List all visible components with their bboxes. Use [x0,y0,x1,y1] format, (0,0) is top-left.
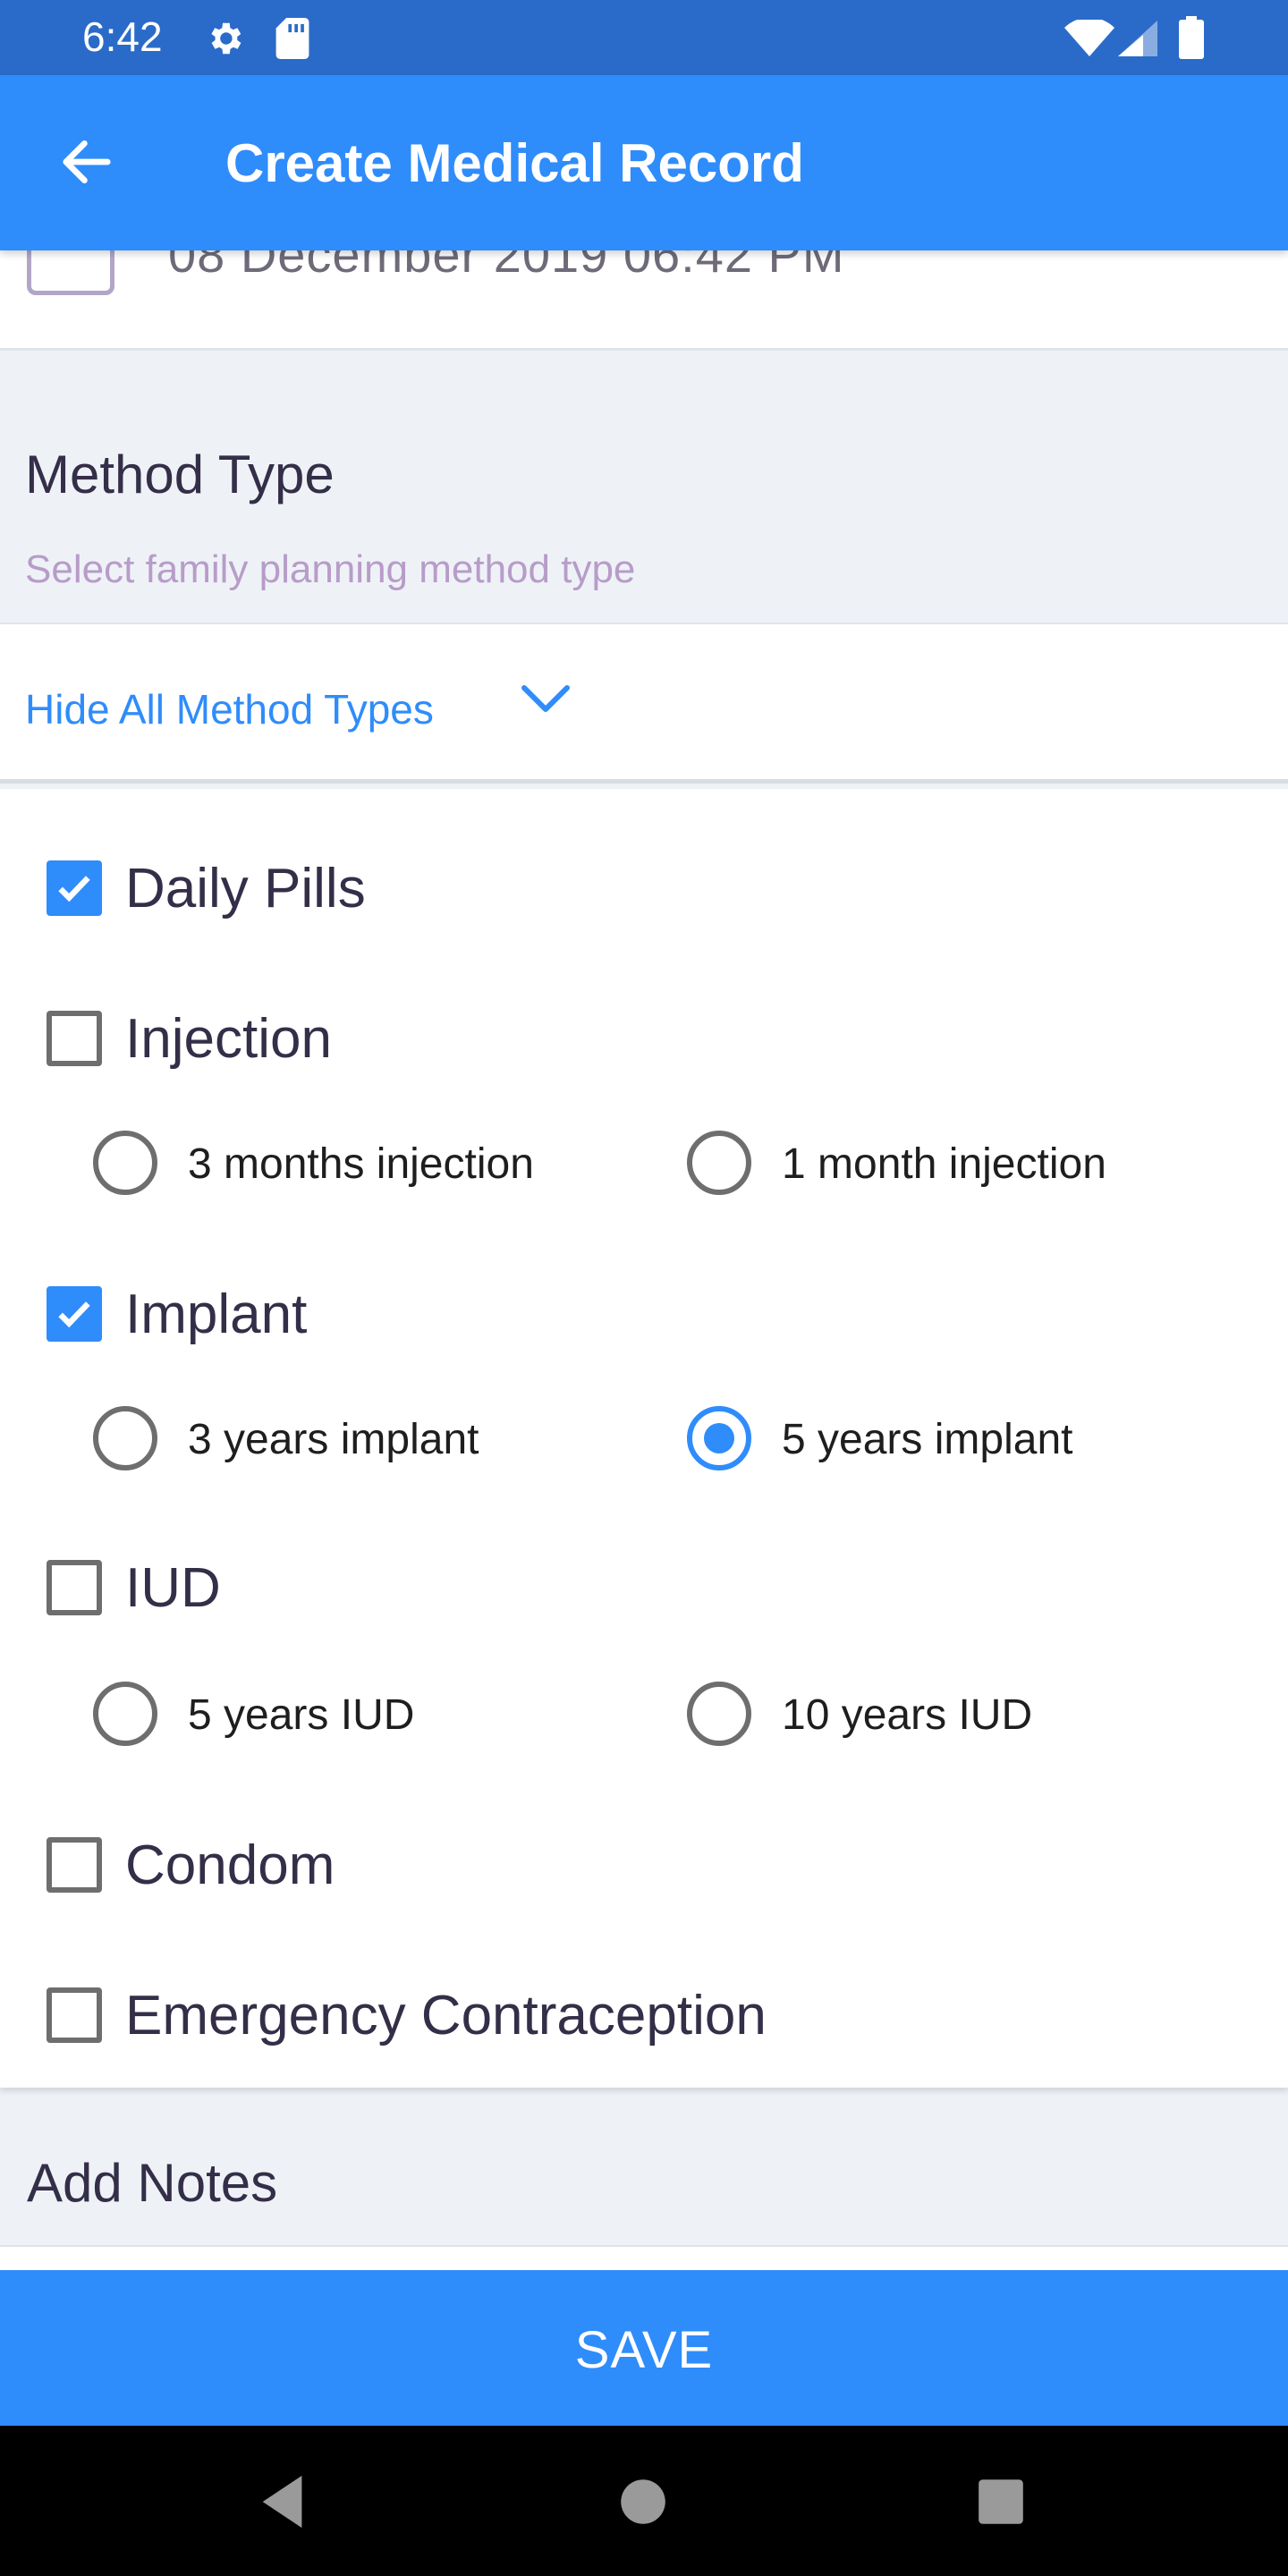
radio-circle[interactable] [687,1682,751,1746]
hide-method-types-toggle[interactable]: Hide All Method Types [0,623,1288,784]
check-icon [58,1301,90,1328]
radio-circle[interactable] [93,1131,157,1195]
radio-dot [704,1423,734,1453]
checkbox-daily-pills[interactable] [47,860,102,916]
back-triangle-icon[interactable] [252,2470,315,2533]
radio-circle[interactable] [93,1406,157,1470]
notes-field[interactable] [0,2245,1288,2272]
date-row[interactable]: 08 December 2019 06:42 PM [0,250,1288,351]
option-label: Injection [125,1008,332,1070]
option-label: Emergency Contraception [125,1985,767,2046]
checkbox-injection[interactable] [47,1011,102,1066]
wifi-icon [1064,20,1114,56]
radio-label: 10 years IUD [782,1691,1033,1739]
method-options: Daily Pills Injection 3 months injection… [0,789,1288,2088]
save-button-label: SAVE [574,2321,714,2379]
checkbox-implant[interactable] [47,1286,102,1342]
radio-label: 3 years implant [188,1416,479,1463]
toggle-label[interactable]: Hide All Method Types [25,685,434,733]
radio-circle[interactable] [687,1131,751,1195]
checkbox-condom[interactable] [47,1837,102,1893]
arrow-left-icon[interactable] [57,134,116,190]
system-nav-bar [0,2426,1288,2576]
radio-label: 5 years IUD [188,1691,415,1739]
signal-icon [1118,21,1157,56]
method-type-subtitle: Select family planning method type [25,547,636,591]
check-icon [58,876,90,902]
checkbox-emergency-contraception[interactable] [47,1987,102,2043]
radio-label: 5 years implant [782,1416,1073,1463]
option-label: IUD [125,1557,221,1619]
method-type-title: Method Type [25,445,335,504]
radio-label: 1 month injection [782,1140,1106,1188]
recents-square-icon[interactable] [970,2470,1032,2533]
checkbox-iud[interactable] [47,1560,102,1615]
status-bar: 6:42 [0,0,1288,75]
page-title: Create Medical Record [225,133,804,193]
status-time: 6:42 [82,13,163,60]
app-bar: Create Medical Record [0,75,1288,250]
option-label: Daily Pills [125,858,366,919]
battery-icon [1179,16,1204,59]
option-label: Implant [125,1284,308,1345]
date-checkbox[interactable] [27,250,114,295]
gear-icon [211,22,242,55]
option-label: Condom [125,1835,335,1896]
date-value: 08 December 2019 06:42 PM [168,250,845,283]
radio-label: 3 months injection [188,1140,534,1188]
sd-card-icon [275,18,309,59]
home-circle-icon[interactable] [612,2470,674,2533]
chevron-down-icon[interactable] [521,683,571,717]
add-notes-title: Add Notes [27,2153,278,2213]
radio-circle[interactable] [93,1682,157,1746]
save-button[interactable]: SAVE [0,2270,1288,2426]
radio-circle-selected[interactable] [687,1406,751,1470]
